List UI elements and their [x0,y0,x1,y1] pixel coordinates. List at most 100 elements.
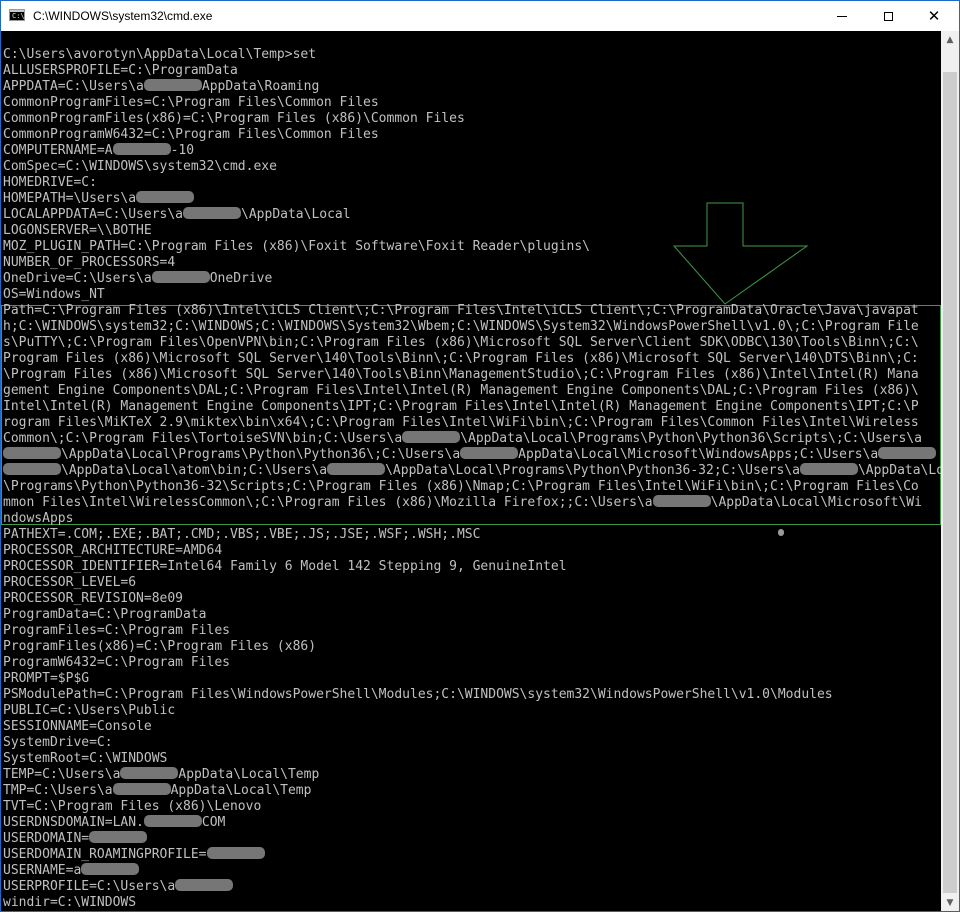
console-line: LOCALAPPDATA=C:\Users\a \AppData\Local [3,207,351,223]
console-text: TVT=C:\Program Files (x86)\Lenovo [3,799,262,814]
console-text: \AppData\Local\Programs\Python\Python36\… [460,431,922,446]
console-text: Path=C:\Program Files (x86)\Intel\iCLS C… [3,303,919,318]
vertical-scrollbar[interactable]: ▲ ▼ [941,31,959,911]
console-line: USERPROFILE=C:\Users\a [3,879,234,895]
console-line: ProgramFiles(x86)=C:\Program Files (x86) [3,639,316,655]
console-text: NUMBER_OF_PROCESSORS=4 [3,255,176,270]
console-text: USERDNSDOMAIN=LAN. [3,815,144,830]
minimize-button[interactable] [819,1,865,31]
redacted-text [175,879,234,891]
console-line: Path=C:\Program Files (x86)\Intel\iCLS C… [3,303,919,319]
console-line: rogram Files\MiKTeX 2.9\miktex\bin\x64\;… [3,415,919,431]
close-button[interactable]: ✕ [911,1,957,31]
console-text: COMPUTERNAME=A [3,143,113,158]
redacted-text [81,863,140,875]
console-line: USERNAME=a [3,863,140,879]
console-text: PROCESSOR_ARCHITECTURE=AMD64 [3,543,223,558]
console-text: s\PuTTY\;C:\Program Files\OpenVPN\bin;C:… [3,335,919,350]
window-title: C:\WINDOWS\system32\cmd.exe [33,9,213,23]
console-line: HOMEDRIVE=C: [3,175,97,191]
console-line: PROCESSOR_IDENTIFIER=Intel64 Family 6 Mo… [3,559,567,575]
console-line: APPDATA=C:\Users\a AppData\Roaming [3,79,319,95]
console-text: LOGONSERVER=\\BOTHE [3,223,152,238]
console-line: PROMPT=$P$G [3,671,89,687]
console-text: \AppData\Local\Programs\Python\Python36-… [385,463,800,478]
console-line: Program Files (x86)\Microsoft SQL Server… [3,351,919,367]
console-icon[interactable]: C:\ [9,9,25,21]
console-line: LOGONSERVER=\\BOTHE [3,223,152,239]
console-line: mmon Files\Intel\WirelessCommon\;C:\Prog… [3,495,922,511]
console-text: ndowsApps [3,511,74,526]
console-text: mmon Files\Intel\WirelessCommon\;C:\Prog… [3,495,653,510]
console-text: \AppData\Local\Programs\Python\Python36\… [61,447,461,462]
redacted-text [143,79,202,91]
redacted-text [89,831,148,843]
console-line: gement Engine Components\DAL;C:\Program … [3,383,919,399]
console-text: AppData\Local\Temp [178,767,320,782]
cmd-window: C:\ C:\WINDOWS\system32\cmd.exe ✕ C:\Use… [0,0,960,912]
console-line: TEMP=C:\Users\a AppData\Local\Temp [3,767,319,783]
redacted-text [206,847,265,859]
redacted-text [151,271,210,283]
console-text: PROCESSOR_IDENTIFIER=Intel64 Family 6 Mo… [3,559,567,574]
redacted-text [143,815,202,827]
console-line: ProgramFiles=C:\Program Files [3,623,230,639]
console-text: ProgramFiles(x86)=C:\Program Files (x86) [3,639,317,654]
console-text: ProgramFiles=C:\Program Files [3,623,230,638]
console-text: C:\Users\avorotyn\AppData\Local\Temp>set [3,47,317,62]
maximize-button[interactable] [865,1,911,31]
console-text: PROMPT=$P$G [3,671,90,686]
console-line: USERDOMAIN_ROAMINGPROFILE= [3,847,265,863]
console-text: USERDOMAIN_ROAMINGPROFILE= [3,847,207,862]
console-text: PUBLIC=C:\Users\Public [3,703,176,718]
console-line: TVT=C:\Program Files (x86)\Lenovo [3,799,261,815]
console-line: ProgramW6432=C:\Program Files [3,655,230,671]
console-line: Common\;C:\Program Files\TortoiseSVN\bin… [3,431,922,447]
console-line: CommonProgramW6432=C:\Program Files\Comm… [3,127,379,143]
console-text: PATHEXT=.COM;.EXE;.BAT;.CMD;.VBS;.VBE;.J… [3,527,481,542]
console-output[interactable]: C:\Users\avorotyn\AppData\Local\Temp>set… [1,31,941,911]
console-text: AppData\Local\Temp [170,783,312,798]
title-bar[interactable]: C:\ C:\WINDOWS\system32\cmd.exe ✕ [1,1,959,31]
console-text: ProgramData=C:\ProgramData [3,607,207,622]
console-line: COMPUTERNAME=A -10 [3,143,194,159]
redacted-text [3,463,61,475]
redacted-text [3,447,61,459]
console-text: \Program Files (x86)\Microsoft SQL Serve… [3,367,919,382]
console-text: -10 [170,143,195,158]
scroll-up-icon[interactable]: ▲ [941,31,959,48]
console-line: SESSIONNAME=Console [3,719,152,735]
console-line: PROCESSOR_LEVEL=6 [3,575,136,591]
console-text: USERPROFILE=C:\Users\a [3,879,176,894]
console-text: PSModulePath=C:\Program Files\WindowsPow… [3,687,833,702]
console-line: \Programs\Python\Python36-32\Scripts;C:\… [3,479,919,495]
console-text: \AppData\Local\atom\bin;C:\Users\a [61,463,328,478]
console-line: CommonProgramFiles=C:\Program Files\Comm… [3,95,379,111]
console-line: SystemRoot=C:\WINDOWS [3,751,167,767]
console-line: ComSpec=C:\WINDOWS\system32\cmd.exe [3,159,277,175]
console-line: OneDrive=C:\Users\a OneDrive [3,271,272,287]
console-text: SESSIONNAME=Console [3,719,152,734]
console-text: COM [201,815,226,830]
console-line: s\PuTTY\;C:\Program Files\OpenVPN\bin;C:… [3,335,919,351]
console-text: \AppData\Local [241,207,351,222]
console-line: h;C:\WINDOWS\system32;C:\WINDOWS;C:\WIND… [3,319,919,335]
console-text: HOMEPATH=\Users\a [3,191,137,206]
console-line: USERDNSDOMAIN=LAN. COM [3,815,225,831]
console-line: PSModulePath=C:\Program Files\WindowsPow… [3,687,833,703]
console-line: OS=Windows_NT [3,287,105,303]
console-line: Intel\Intel(R) Management Engine Compone… [3,399,919,415]
console-text: \Programs\Python\Python36-32\Scripts;C:\… [3,479,919,494]
minimize-icon [837,15,847,17]
scroll-down-icon[interactable]: ▼ [941,894,959,911]
console-text: Common\;C:\Program Files\TortoiseSVN\bin… [3,431,403,446]
console-line: PATHEXT=.COM;.EXE;.BAT;.CMD;.VBS;.VBE;.J… [3,527,480,543]
redacted-text [652,495,711,507]
console-text: TEMP=C:\Users\a [3,767,121,782]
console-text: ComSpec=C:\WINDOWS\system32\cmd.exe [3,159,277,174]
console-text: CommonProgramW6432=C:\Program Files\Comm… [3,127,379,142]
scroll-thumb[interactable] [943,72,957,893]
redacted-text [402,431,461,443]
console-text: h;C:\WINDOWS\system32;C:\WINDOWS;C:\WIND… [3,319,919,334]
console-text: \AppData\Local [857,463,941,478]
